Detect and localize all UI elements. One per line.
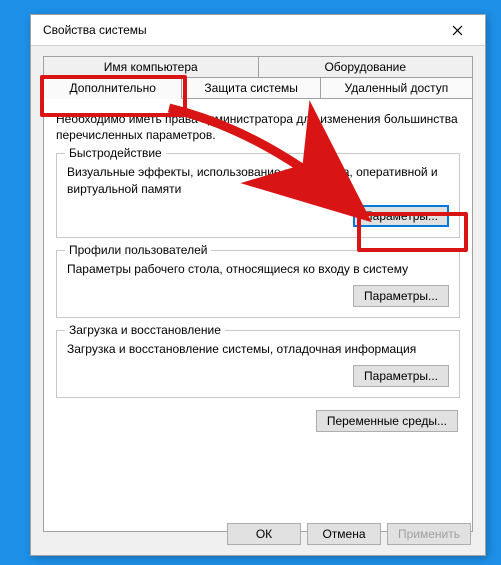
group-profiles-desc: Параметры рабочего стола, относящиеся ко…	[67, 261, 449, 277]
system-properties-dialog: Свойства системы Имя компьютера Оборудов…	[30, 14, 486, 556]
environment-variables-button[interactable]: Переменные среды...	[316, 410, 458, 432]
tab-row-front: Дополнительно Защита системы Удаленный д…	[43, 77, 473, 98]
group-startup: Загрузка и восстановление Загрузка и вос…	[56, 330, 460, 398]
tab-hardware[interactable]: Оборудование	[259, 56, 474, 77]
group-startup-title: Загрузка и восстановление	[65, 323, 225, 337]
close-icon	[452, 25, 463, 36]
titlebar: Свойства системы	[31, 15, 485, 46]
tab-container: Имя компьютера Оборудование Дополнительн…	[43, 56, 473, 532]
env-row: Переменные среды...	[56, 410, 460, 432]
group-performance: Быстродействие Визуальные эффекты, испол…	[56, 153, 460, 237]
dialog-title: Свойства системы	[43, 23, 437, 37]
apply-button[interactable]: Применить	[387, 523, 471, 545]
group-performance-title: Быстродействие	[65, 146, 166, 160]
profiles-settings-button[interactable]: Параметры...	[353, 285, 449, 307]
dialog-buttons: ОК Отмена Применить	[227, 523, 471, 545]
startup-settings-button[interactable]: Параметры...	[353, 365, 449, 387]
group-performance-desc: Визуальные эффекты, использование процес…	[67, 164, 449, 196]
group-profiles-title: Профили пользователей	[65, 243, 211, 257]
tab-advanced[interactable]: Дополнительно	[43, 77, 182, 99]
tab-panel-advanced: Необходимо иметь права администратора дл…	[43, 98, 473, 532]
group-startup-desc: Загрузка и восстановление системы, отлад…	[67, 341, 449, 357]
performance-settings-button[interactable]: Параметры...	[353, 205, 449, 227]
intro-text: Необходимо иметь права администратора дл…	[56, 111, 460, 143]
close-button[interactable]	[437, 16, 477, 44]
tab-system-protection[interactable]: Защита системы	[182, 77, 320, 99]
cancel-button[interactable]: Отмена	[307, 523, 381, 545]
tab-row-back: Имя компьютера Оборудование	[43, 56, 473, 77]
tab-computer-name[interactable]: Имя компьютера	[43, 56, 259, 77]
tab-remote[interactable]: Удаленный доступ	[321, 77, 473, 99]
group-profiles: Профили пользователей Параметры рабочего…	[56, 250, 460, 318]
ok-button[interactable]: ОК	[227, 523, 301, 545]
